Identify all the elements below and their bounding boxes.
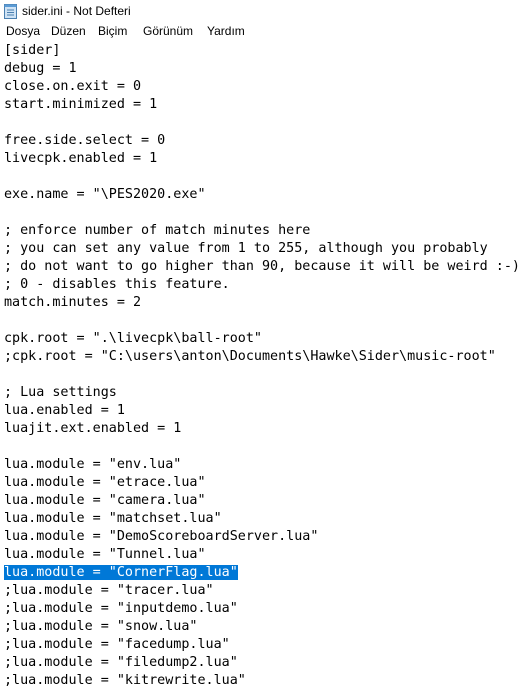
line-text: ; do not want to go higher than 90, beca… (4, 259, 520, 274)
selected-text: lua.module = "CornerFlag.lua" (4, 565, 238, 580)
editor-line: lua.module = "matchset.lua" (4, 510, 222, 528)
window-title: sider.ini - Not Defteri (22, 4, 131, 18)
line-text: lua.module = "matchset.lua" (4, 511, 222, 526)
editor-line: free.side.select = 0 (4, 132, 165, 150)
editor-line: ;lua.module = "filedump2.lua" (4, 654, 238, 672)
editor-line: match.minutes = 2 (4, 294, 141, 312)
line-text: lua.module = "Tunnel.lua" (4, 547, 206, 562)
line-text: start.minimized = 1 (4, 97, 158, 112)
editor-line: ;lua.module = "tracer.lua" (4, 582, 214, 600)
editor-line: ; enforce number of match minutes here (4, 222, 310, 240)
editor-line: ; do not want to go higher than 90, beca… (4, 258, 520, 276)
notepad-icon (4, 4, 17, 19)
line-text: [sider] (4, 43, 61, 58)
menu-file[interactable]: Dosya (4, 24, 42, 38)
editor-line: exe.name = "\PES2020.exe" (4, 186, 206, 204)
line-text: luajit.ext.enabled = 1 (4, 421, 182, 436)
line-text: free.side.select = 0 (4, 133, 166, 148)
line-text: lua.enabled = 1 (4, 403, 125, 418)
editor-line: lua.module = "etrace.lua" (4, 474, 206, 492)
menu-bar: Dosya Düzen Biçim Görünüm Yardım (0, 22, 525, 41)
line-text: ;lua.module = "inputdemo.lua" (4, 601, 238, 616)
editor-line: lua.module = "CornerFlag.lua" (4, 564, 238, 582)
line-text: cpk.root = ".\livecpk\ball-root" (4, 331, 262, 346)
menu-format[interactable]: Biçim (96, 24, 129, 38)
editor-line: ;cpk.root = "C:\users\anton\Documents\Ha… (4, 348, 496, 366)
line-text: close.on.exit = 0 (4, 79, 142, 94)
line-text: ;lua.module = "filedump2.lua" (4, 655, 238, 670)
editor-line: luajit.ext.enabled = 1 (4, 420, 181, 438)
editor-line: close.on.exit = 0 (4, 78, 141, 96)
editor-line: lua.module = "env.lua" (4, 456, 181, 474)
editor-line: lua.enabled = 1 (4, 402, 125, 420)
editor-line: debug = 1 (4, 60, 77, 78)
line-text: livecpk.enabled = 1 (4, 151, 158, 166)
line-text: ; Lua settings (4, 385, 117, 400)
line-text: lua.module = "etrace.lua" (4, 475, 206, 490)
editor-line: ;lua.module = "kitrewrite.lua" (4, 672, 246, 690)
line-text: ; enforce number of match minutes here (4, 223, 311, 238)
line-text: match.minutes = 2 (4, 295, 142, 310)
line-text: ;lua.module = "kitrewrite.lua" (4, 673, 246, 688)
editor-line: [sider] (4, 42, 60, 60)
text-editor[interactable]: [sider] debug = 1 close.on.exit = 0 start.m… (0, 41, 525, 697)
editor-line: ; 0 - disables this feature. (4, 276, 230, 294)
editor-line: ; you can set any value from 1 to 255, a… (4, 240, 488, 258)
line-text: ;lua.module = "tracer.lua" (4, 583, 214, 598)
editor-line: ;lua.module = "facedump.lua" (4, 636, 230, 654)
editor-line: start.minimized = 1 (4, 96, 157, 114)
line-text: debug = 1 (4, 61, 77, 76)
line-text: lua.module = "camera.lua" (4, 493, 206, 508)
menu-view[interactable]: Görünüm (141, 24, 195, 38)
line-text: exe.name = "\PES2020.exe" (4, 187, 206, 202)
editor-line: livecpk.enabled = 1 (4, 150, 157, 168)
editor-line: ;lua.module = "inputdemo.lua" (4, 600, 238, 618)
editor-line: ; Lua settings (4, 384, 117, 402)
line-text: ;lua.module = "facedump.lua" (4, 637, 230, 652)
line-text: ; you can set any value from 1 to 255, a… (4, 241, 488, 256)
title-bar: sider.ini - Not Defteri (0, 0, 525, 22)
editor-line: lua.module = "DemoScoreboardServer.lua" (4, 528, 318, 546)
editor-line: lua.module = "Tunnel.lua" (4, 546, 206, 564)
menu-edit[interactable]: Düzen (49, 24, 88, 38)
menu-help[interactable]: Yardım (205, 24, 247, 38)
editor-line: cpk.root = ".\livecpk\ball-root" (4, 330, 262, 348)
editor-line: ;lua.module = "snow.lua" (4, 618, 197, 636)
line-text: lua.module = "DemoScoreboardServer.lua" (4, 529, 319, 544)
line-text: ;lua.module = "snow.lua" (4, 619, 198, 634)
editor-line: lua.module = "camera.lua" (4, 492, 206, 510)
line-text: ;cpk.root = "C:\users\anton\Documents\Ha… (4, 349, 496, 364)
line-text: lua.module = "env.lua" (4, 457, 182, 472)
line-text: ; 0 - disables this feature. (4, 277, 230, 292)
